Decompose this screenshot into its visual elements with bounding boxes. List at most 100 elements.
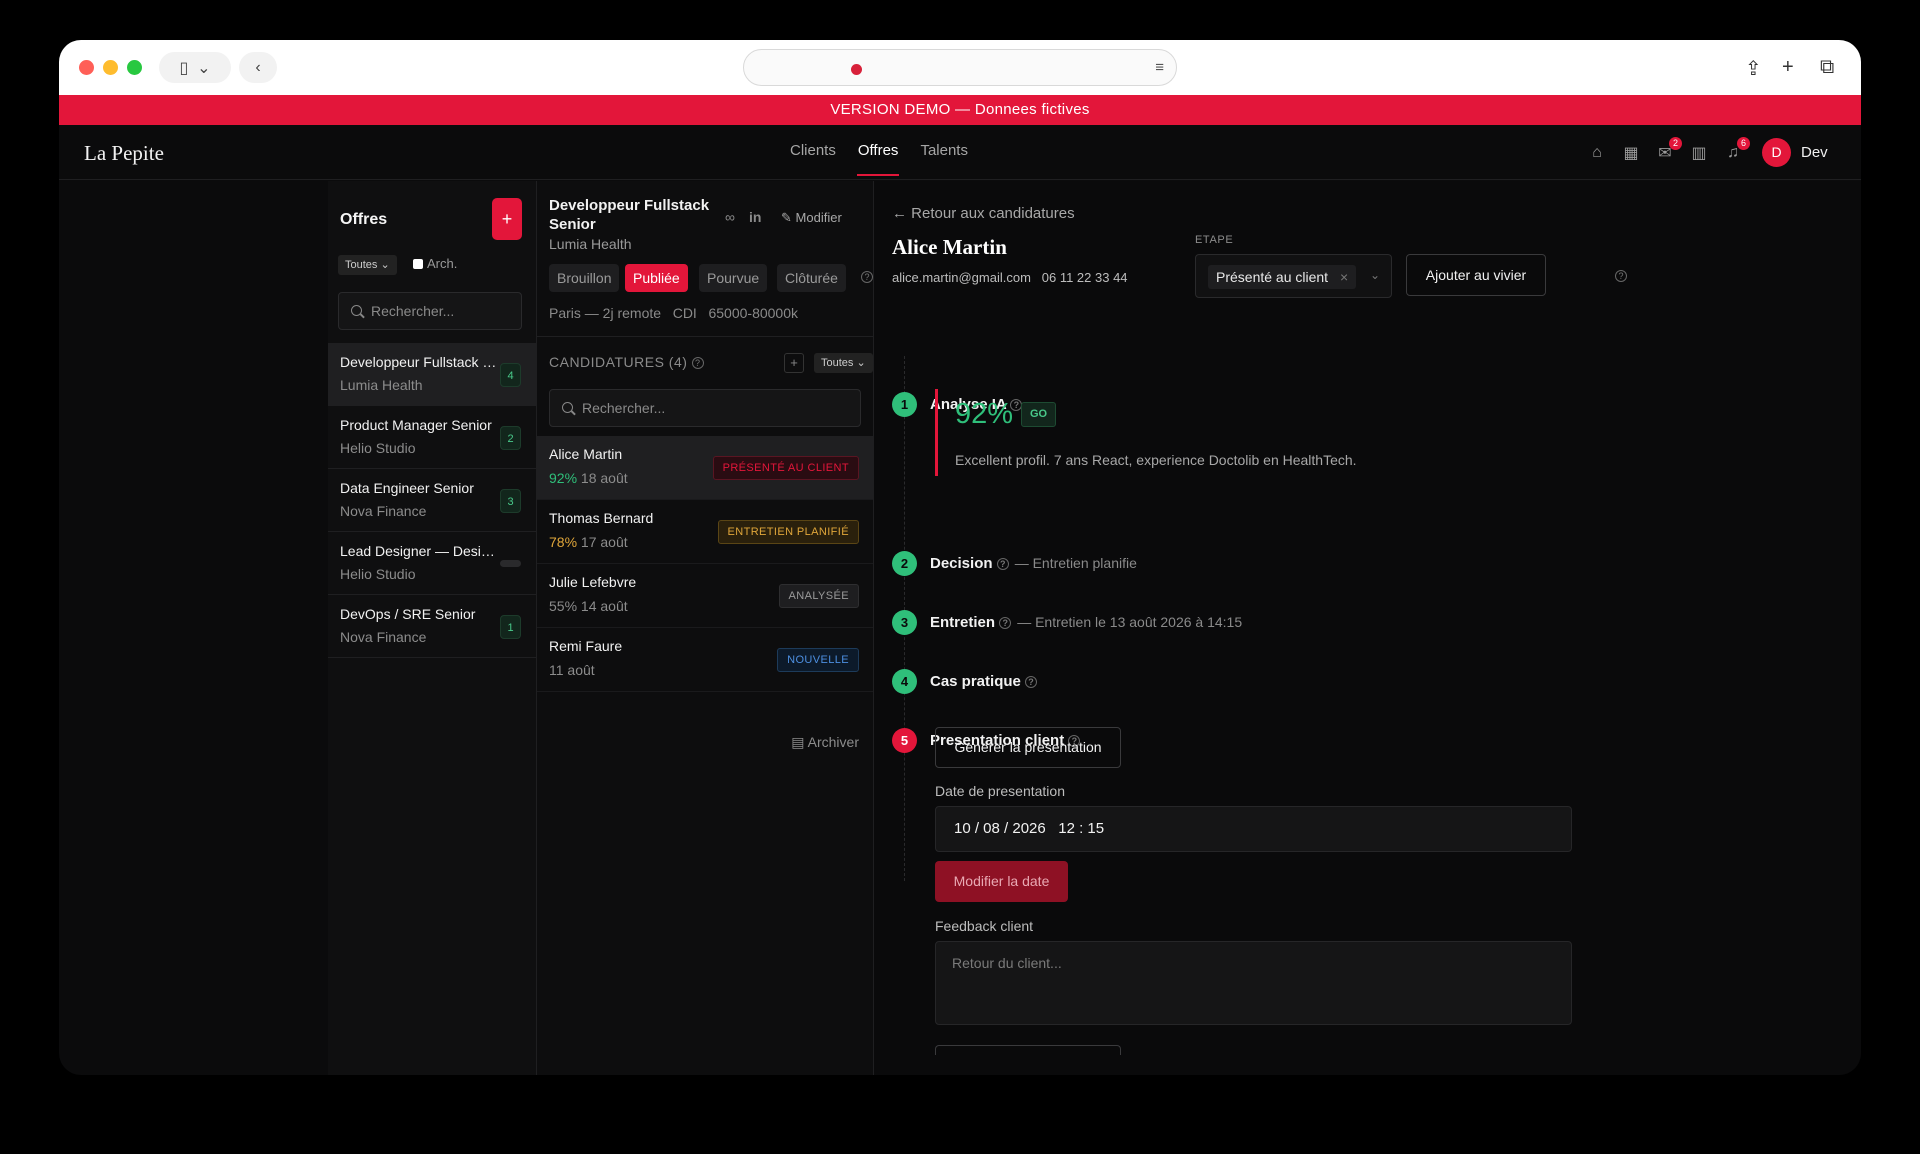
status-pourvue[interactable]: Pourvue [699,264,768,292]
add-candidate-button[interactable]: + [784,353,804,373]
feedback-textarea[interactable]: Retour du client... [935,941,1572,1025]
presentation-date-input[interactable]: 10 / 08 / 2026 12 : 15 [935,806,1572,852]
share-icon[interactable]: ⇪ [1745,56,1762,81]
offer-company: Helio Studio [340,566,416,582]
candidate-date: 18 août [580,470,628,486]
help-icon[interactable]: ? [999,617,1012,630]
modify-date-button[interactable]: Modifier la date [935,861,1068,902]
offer-company: Helio Studio [340,440,416,456]
main-nav: Clients Offres Talents [779,125,979,180]
help-icon[interactable]: ? [861,271,873,283]
add-to-pool-button[interactable]: Ajouter au vivier [1406,254,1546,296]
partial-button [935,1045,1121,1055]
step-number: 2 [892,551,917,576]
candidate-date: 14 août [580,598,628,614]
step-subtitle: — Entretien planifie [1014,555,1137,571]
status-brouillon[interactable]: Brouillon [549,264,620,292]
help-icon[interactable]: ? [1615,270,1627,282]
offer-company: Nova Finance [340,629,427,645]
offer-item[interactable]: Data Engineer Senior Nova Finance 3 [328,469,536,532]
candidates-search-input[interactable]: Rechercher... [549,389,861,427]
chevron-left-icon: ‹ [255,58,261,76]
checkbox-box[interactable] [413,258,423,269]
offer-count-badge [500,560,521,567]
clear-icon[interactable]: × [1340,269,1348,285]
etape-select[interactable]: Présenté au client × ⌄ [1195,254,1392,298]
stats-icon[interactable]: ▥ [1689,143,1709,163]
sidebar-icon: ▯ [179,59,189,77]
candidates-search-placeholder: Rechercher... [582,400,666,416]
generate-presentation-button[interactable]: Generer la presentation [935,727,1121,768]
maximize-window-button[interactable] [127,60,142,75]
offer-item[interactable]: Product Manager Senior Helio Studio 2 [328,406,536,469]
offer-company: Lumia Health [340,377,423,393]
offer-item[interactable]: DevOps / SRE Senior Nova Finance 1 [328,595,536,658]
offers-search-input[interactable]: Rechercher... [338,292,522,330]
offer-count-badge: 2 [500,426,521,450]
help-icon[interactable]: ? [691,357,704,370]
etape-label: ETAPE [1195,234,1234,246]
step-title: Cas pratique ? [930,673,1038,690]
search-icon [351,305,362,316]
candidate-phone[interactable]: 06 11 22 33 44 [1042,270,1128,285]
link-icon[interactable]: ∞ [725,209,735,225]
candidates-heading: CANDIDATURES (4) ? [549,354,704,370]
sidebar-toggle-button[interactable]: ▯ ⌄ [159,52,231,83]
status-cloturee[interactable]: Clôturée [777,264,846,292]
new-tab-icon[interactable]: + [1782,56,1794,79]
app-logo[interactable]: La Pepite [84,141,164,166]
bell-icon[interactable]: ♫ 6 [1723,137,1750,163]
archived-label: Arch. [427,256,458,271]
candidate-email[interactable]: alice.martin@gmail.com [892,270,1031,285]
add-offer-button[interactable]: + [492,198,522,240]
candidate-row[interactable]: Julie Lefebvre 55% 14 août ANALYSÉE [537,564,873,628]
candidate-meta: 55% 14 août [549,598,628,614]
notif-badge: 6 [1737,137,1750,150]
calendar-icon[interactable]: ▦ [1621,143,1641,163]
candidate-name: Julie Lefebvre [549,574,637,590]
close-window-button[interactable] [79,60,94,75]
offers-panel: Offres + Toutes ⌄ Arch. Rechercher... De… [328,181,537,1075]
help-icon[interactable]: ? [1025,676,1038,689]
candidate-meta: 92% 18 août [549,470,628,486]
arrow-left-icon: ← [892,205,907,222]
back-to-candidates-link[interactable]: ← Retour aux candidatures [892,205,1075,222]
step-title: Decision ? — Entretien planifie [930,555,1137,572]
minimize-window-button[interactable] [103,60,118,75]
back-button[interactable]: ‹ [239,52,277,83]
tab-clients[interactable]: Clients [779,125,847,180]
divider [537,336,873,337]
offers-filter-select[interactable]: Toutes ⌄ [338,255,397,275]
status-publiee[interactable]: Publiée [625,264,688,292]
archive-button[interactable]: ▤ Archiver [791,734,859,751]
reader-icon[interactable]: ≡ [1155,59,1164,76]
offer-item[interactable]: Developpeur Fullstack Senior Lumia Healt… [328,343,536,406]
home-icon[interactable]: ⌂ [1587,143,1607,163]
step-subtitle: — Entretien le 13 août 2026 à 14:15 [1017,614,1243,630]
archived-checkbox[interactable]: Arch. [413,256,457,271]
tab-talents[interactable]: Talents [909,125,979,180]
step-number: 4 [892,669,917,694]
address-bar[interactable]: ≡ [743,49,1177,86]
candidate-row[interactable]: Thomas Bernard 78% 17 août ENTRETIEN PLA… [537,500,873,564]
candidate-row[interactable]: Alice Martin 92% 18 août PRÉSENTÉ AU CLI… [537,436,873,500]
offer-title: DevOps / SRE Senior [340,606,476,622]
feedback-label: Feedback client [935,918,1034,934]
date-label: Date de presentation [935,783,1065,799]
etape-value: Présenté au client [1216,269,1329,285]
avatar[interactable]: D [1762,138,1791,167]
tabs-overview-icon[interactable]: ⧉ [1820,56,1834,79]
step-number: 1 [892,392,917,417]
candidates-filter-select[interactable]: Toutes ⌄ [814,353,873,373]
help-icon[interactable]: ? [996,558,1009,571]
linkedin-icon[interactable]: in [749,209,761,225]
demo-banner: VERSION DEMO — Donnees fictives [59,95,1861,125]
offer-item[interactable]: Lead Designer — Design System Helio Stud… [328,532,536,595]
tab-offres[interactable]: Offres [847,125,910,180]
offer-title: Lead Designer — Design System [340,543,500,559]
user-name[interactable]: Dev [1801,144,1828,161]
mail-icon[interactable]: ✉ 2 [1655,137,1682,163]
edit-job-button[interactable]: ✎ Modifier [781,210,842,226]
candidate-row[interactable]: Remi Faure 11 août NOUVELLE [537,628,873,692]
back-label: Retour aux candidatures [911,205,1075,222]
